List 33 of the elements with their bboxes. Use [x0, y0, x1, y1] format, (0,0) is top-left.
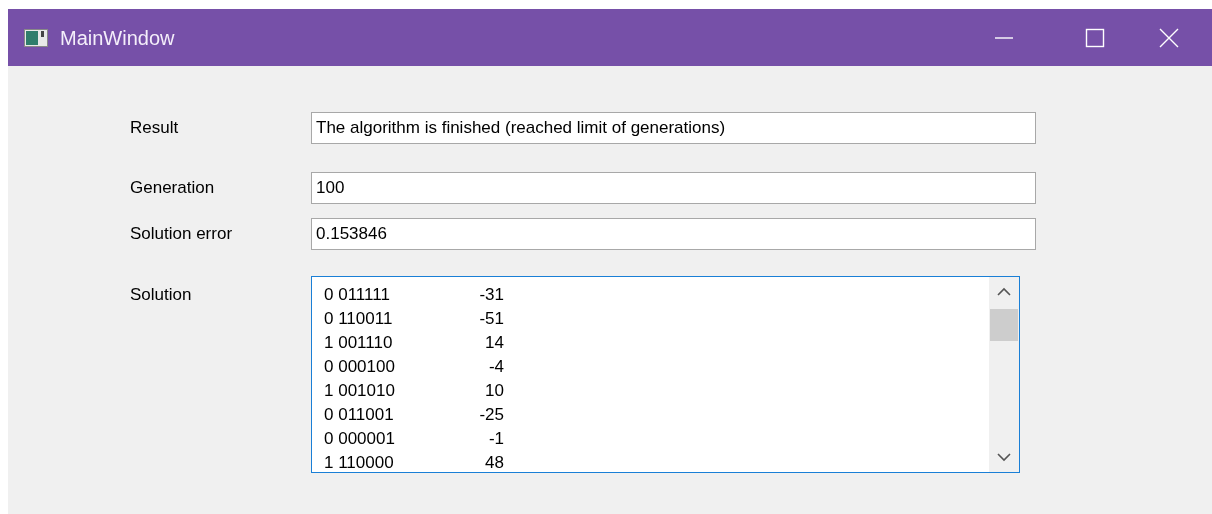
text-field[interactable]: 0.153846 — [311, 218, 1036, 250]
field-label: Solution error — [130, 223, 234, 246]
solution-bits: 0 011001 — [324, 404, 395, 427]
scrollbar[interactable] — [989, 277, 1019, 472]
solution-bits: 0 000001 — [324, 428, 396, 451]
scroll-up-icon[interactable] — [997, 287, 1011, 297]
solution-bits: 0 110011 — [324, 308, 394, 331]
field-label: Solution — [130, 284, 193, 306]
solution-value: -4 — [487, 356, 504, 379]
scroll-thumb[interactable] — [990, 309, 1018, 341]
solution-value: -31 — [478, 284, 504, 307]
solution-value: 48 — [484, 452, 504, 472]
minimize-icon — [994, 36, 1014, 39]
solution-bits: 1 001110 — [324, 332, 394, 355]
text-field[interactable]: 100 — [311, 172, 1036, 204]
text-field[interactable]: The algorithm is finished (reached limit of generations) — [311, 112, 1036, 144]
text-area[interactable]: 0 011111 -31 0 110011 -51 1 001110 14 0 000100 -4 1 001010 10 0 011001 -25 0 000001 -1 1 110000 48 — [311, 276, 1020, 473]
solution-value: -25 — [478, 404, 504, 427]
solution-bits: 0 011111 — [324, 284, 391, 307]
scroll-down-icon[interactable] — [997, 452, 1011, 462]
solution-value: 14 — [484, 332, 504, 355]
close-icon — [1159, 27, 1179, 48]
solution-bits: 0 000100 — [324, 356, 396, 379]
solution-value: -51 — [478, 308, 504, 331]
window-title: MainWindow — [60, 25, 175, 51]
solution-bits: 1 001010 — [324, 380, 396, 403]
app-icon — [24, 28, 48, 47]
solution-value: -1 — [487, 428, 504, 451]
field-label: Result — [130, 117, 180, 140]
maximize-icon — [1085, 27, 1105, 48]
solution-bits: 1 110000 — [324, 452, 395, 472]
solution-value: 10 — [484, 380, 504, 403]
field-label: Generation — [130, 177, 216, 200]
